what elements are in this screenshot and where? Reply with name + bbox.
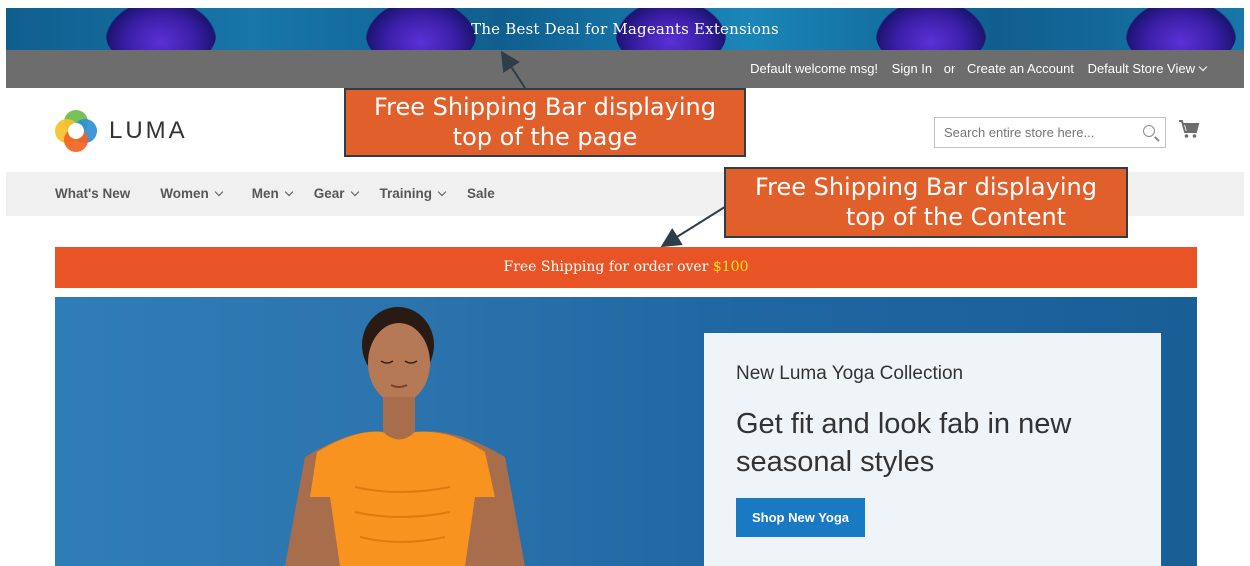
welcome-message: Default welcome msg! bbox=[750, 61, 879, 76]
nav-item-label: Gear bbox=[313, 186, 345, 201]
top-promo-bar: The Best Deal for Mageants Extensions bbox=[6, 8, 1244, 50]
chevron-down-icon bbox=[214, 187, 223, 197]
promo-bar-text: The Best Deal for Mageants Extensions bbox=[471, 20, 779, 38]
search-box bbox=[934, 117, 1166, 148]
create-account-link[interactable]: Create an Account bbox=[967, 61, 1074, 76]
nav-item-gear[interactable]: Gear bbox=[313, 186, 359, 201]
annotation-line: top of the page bbox=[452, 123, 638, 151]
free-shipping-bar: Free Shipping for order over $100 bbox=[55, 247, 1197, 288]
nav-item-label: Training bbox=[379, 186, 433, 201]
search-input[interactable] bbox=[935, 118, 1125, 147]
nav-item-men[interactable]: Men bbox=[251, 186, 293, 201]
chevron-down-icon bbox=[437, 187, 447, 197]
logo-text: LUMA bbox=[109, 117, 188, 144]
chevron-down-icon bbox=[1198, 62, 1208, 72]
hero-title: Get fit and look fab in new seasonal sty… bbox=[736, 408, 1072, 478]
sign-in-link[interactable]: Sign In bbox=[892, 61, 932, 76]
annotation-callout-content: Free Shipping Bar displaying top of the … bbox=[724, 167, 1128, 238]
nav-item-whats-new[interactable]: What's New bbox=[55, 186, 130, 201]
nav-item-label: Men bbox=[251, 186, 279, 201]
shipping-bar-text: Free Shipping for order over bbox=[503, 259, 709, 275]
chevron-down-icon bbox=[284, 187, 293, 197]
store-view-label: Default Store View bbox=[1087, 61, 1195, 76]
cart-icon[interactable] bbox=[1178, 119, 1200, 139]
or-text: or bbox=[943, 61, 956, 76]
chevron-down-icon bbox=[350, 187, 359, 197]
search-icon[interactable] bbox=[1143, 125, 1155, 137]
luma-logo-icon bbox=[55, 110, 97, 152]
nav-item-label: What's New bbox=[55, 186, 131, 201]
luma-logo[interactable]: LUMA bbox=[55, 110, 188, 152]
nav-item-sale[interactable]: Sale bbox=[467, 186, 495, 201]
nav-item-label: Women bbox=[160, 186, 209, 201]
annotation-line: Free Shipping Bar displaying bbox=[374, 93, 716, 121]
annotation-callout-top: Free Shipping Bar displaying top of the … bbox=[344, 88, 746, 157]
nav-item-women[interactable]: Women bbox=[160, 186, 223, 201]
hero-banner: New Luma Yoga Collection Get fit and loo… bbox=[55, 297, 1197, 566]
annotation-line: top of the Content bbox=[845, 203, 1067, 231]
store-view-switcher[interactable]: Default Store View bbox=[1087, 61, 1208, 76]
header-links-bar: Default welcome msg! Sign In or Create a… bbox=[6, 50, 1244, 88]
hero-subtitle: New Luma Yoga Collection bbox=[736, 363, 964, 384]
yoga-model-image bbox=[285, 307, 525, 566]
shipping-amount: $100 bbox=[712, 259, 749, 275]
hero-promo-card: New Luma Yoga Collection Get fit and loo… bbox=[704, 333, 1161, 566]
nav-item-label: Sale bbox=[467, 186, 495, 201]
shop-new-yoga-button[interactable]: Shop New Yoga bbox=[736, 498, 865, 537]
annotation-line: Free Shipping Bar displaying bbox=[755, 173, 1097, 201]
nav-item-training[interactable]: Training bbox=[379, 186, 447, 201]
